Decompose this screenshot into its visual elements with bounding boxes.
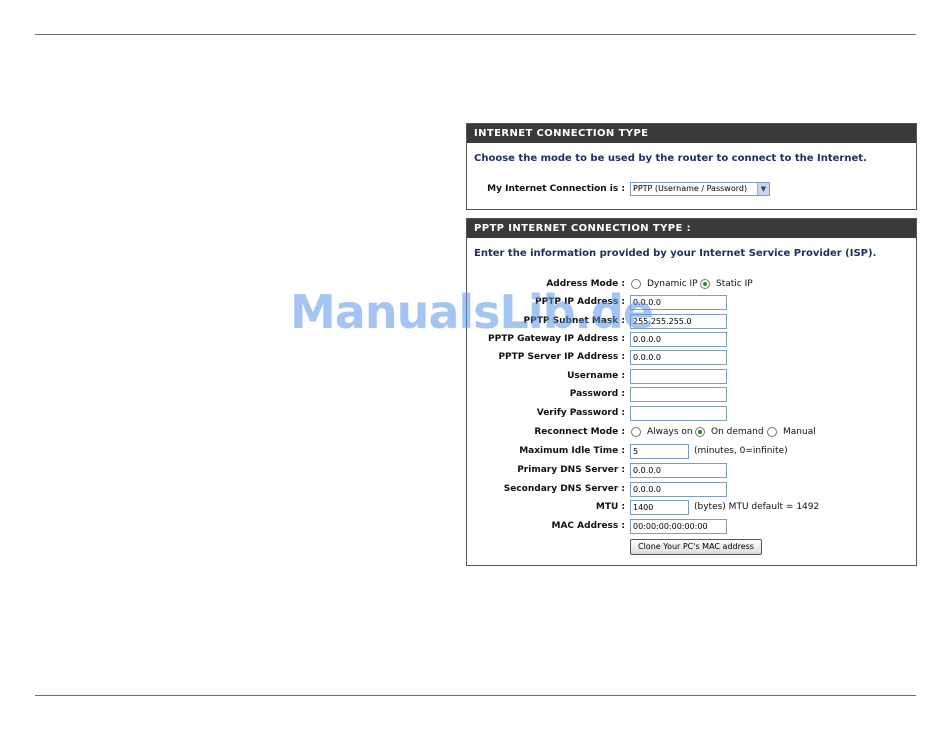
username-row: Username : xyxy=(467,369,916,386)
pptp-connection-panel: PPTP INTERNET CONNECTION TYPE : Enter th… xyxy=(466,218,917,566)
address-mode-static-label: Static IP xyxy=(716,279,753,289)
pptp-intro: Enter the information provided by your I… xyxy=(474,248,877,259)
mtu-label: MTU : xyxy=(595,502,625,512)
mtu-input[interactable]: 1400 xyxy=(630,500,689,515)
pptp-server-row: PPTP Server IP Address : 0.0.0.0 xyxy=(467,350,916,367)
password-label: Password : xyxy=(569,389,625,399)
verify-password-row: Verify Password : xyxy=(467,406,916,423)
mtu-hint: (bytes) MTU default = 1492 xyxy=(694,502,820,512)
internet-connection-type-panel: INTERNET CONNECTION TYPE Choose the mode… xyxy=(466,123,917,210)
reconnect-mode-label: Reconnect Mode : xyxy=(534,427,625,437)
secondary-dns-label: Secondary DNS Server : xyxy=(503,484,625,494)
mac-address-label: MAC Address : xyxy=(551,521,626,531)
secondary-dns-input[interactable]: 0.0.0.0 xyxy=(630,482,727,497)
idle-time-label: Maximum Idle Time : xyxy=(519,446,625,456)
clone-mac-row: Clone Your PC's MAC address xyxy=(467,539,916,556)
connection-type-label: My Internet Connection is : xyxy=(487,184,625,194)
chevron-down-icon[interactable]: ▼ xyxy=(757,183,769,195)
idle-time-row: Maximum Idle Time : 5 (minutes, 0=infini… xyxy=(467,444,916,461)
address-mode-dynamic-label: Dynamic IP xyxy=(647,279,698,289)
bottom-divider xyxy=(35,695,916,696)
verify-password-label: Verify Password : xyxy=(536,408,625,418)
reconnect-on-demand-label: On demand xyxy=(711,427,764,437)
reconnect-on-demand-radio[interactable] xyxy=(695,427,705,437)
verify-password-input[interactable] xyxy=(630,406,727,421)
username-label: Username : xyxy=(567,371,625,381)
secondary-dns-row: Secondary DNS Server : 0.0.0.0 xyxy=(467,482,916,499)
connection-type-header: INTERNET CONNECTION TYPE xyxy=(467,124,916,143)
pptp-server-input[interactable]: 0.0.0.0 xyxy=(630,350,727,365)
username-input[interactable] xyxy=(630,369,727,384)
primary-dns-row: Primary DNS Server : 0.0.0.0 xyxy=(467,463,916,480)
mac-address-row: MAC Address : 00:00:00:00:00:00 xyxy=(467,519,916,536)
mtu-row: MTU : 1400 (bytes) MTU default = 1492 xyxy=(467,500,916,517)
connection-type-select[interactable]: PPTP (Username / Password) ▼ xyxy=(630,182,770,196)
clone-mac-button[interactable]: Clone Your PC's MAC address xyxy=(630,539,762,555)
address-mode-static-radio[interactable] xyxy=(700,279,710,289)
idle-time-input[interactable]: 5 xyxy=(630,444,689,459)
primary-dns-input[interactable]: 0.0.0.0 xyxy=(630,463,727,478)
pptp-server-label: PPTP Server IP Address : xyxy=(498,352,625,362)
password-row: Password : xyxy=(467,387,916,404)
password-input[interactable] xyxy=(630,387,727,402)
reconnect-manual-label: Manual xyxy=(783,427,816,437)
reconnect-mode-row: Reconnect Mode : Always on On demand Man… xyxy=(467,425,916,442)
connection-type-intro: Choose the mode to be used by the router… xyxy=(474,153,867,164)
connection-type-selected-value: PPTP (Username / Password) xyxy=(633,184,748,193)
pptp-header: PPTP INTERNET CONNECTION TYPE : xyxy=(467,219,916,238)
reconnect-always-on-radio[interactable] xyxy=(631,427,641,437)
reconnect-always-on-label: Always on xyxy=(647,427,693,437)
idle-time-hint: (minutes, 0=infinite) xyxy=(694,446,788,456)
watermark: ManualsLib.de xyxy=(290,285,654,339)
connection-type-row: My Internet Connection is : PPTP (Userna… xyxy=(467,182,916,199)
reconnect-manual-radio[interactable] xyxy=(767,427,777,437)
mac-address-input[interactable]: 00:00:00:00:00:00 xyxy=(630,519,727,534)
top-divider xyxy=(35,34,916,35)
primary-dns-label: Primary DNS Server : xyxy=(517,465,625,475)
